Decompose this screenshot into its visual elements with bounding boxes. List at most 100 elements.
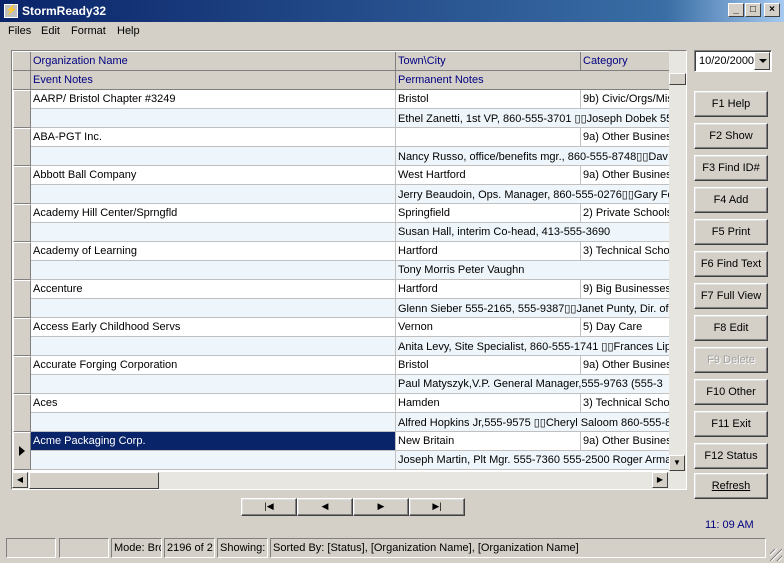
cell-permanent-notes[interactable]: Alfred Hopkins Jr,555-9575 ▯▯Cheryl Salo… — [396, 413, 670, 432]
help-button[interactable]: F1 Help — [694, 91, 768, 117]
scroll-right-button[interactable]: ▶ — [652, 472, 668, 488]
next-record-button[interactable]: ▶ — [353, 498, 409, 516]
cell-category[interactable]: 5) Day Care — [581, 318, 670, 337]
cell-town[interactable]: Hartford — [396, 242, 581, 261]
cell-permanent-notes[interactable]: Jerry Beaudoin, Ops. Manager, 860-555-02… — [396, 185, 670, 204]
cell-category[interactable]: 9a) Other Busines — [581, 128, 670, 147]
row-selector[interactable] — [13, 356, 31, 394]
cell-permanent-notes[interactable]: Tony Morris Peter Vaughn — [396, 261, 670, 280]
menu-files[interactable]: Files — [8, 25, 31, 37]
cell-event-notes[interactable] — [31, 185, 396, 204]
cell-event-notes[interactable] — [31, 413, 396, 432]
full-view-button[interactable]: F7 Full View — [694, 283, 768, 309]
table-row[interactable]: ABA-PGT Inc. 9a) Other Busines Nancy Russo… — [13, 128, 670, 166]
cell-category[interactable]: 9b) Civic/Orgs/Mis — [581, 90, 670, 109]
cell-organization-name[interactable]: ABA-PGT Inc. — [31, 128, 396, 147]
vertical-scrollbar[interactable]: ▼ — [669, 51, 686, 472]
cell-organization-name[interactable]: Academy of Learning — [31, 242, 396, 261]
cell-organization-name[interactable]: Access Early Childhood Servs — [31, 318, 396, 337]
cell-organization-name[interactable]: AARP/ Bristol Chapter #3249 — [31, 90, 396, 109]
cell-category[interactable]: 9a) Other Busines — [581, 432, 670, 451]
cell-town[interactable] — [396, 128, 581, 147]
cell-town[interactable]: Bristol — [396, 356, 581, 375]
cell-permanent-notes[interactable]: Anita Levy, Site Specialist, 860-555-174… — [396, 337, 670, 356]
refresh-button[interactable]: Refresh — [694, 473, 768, 499]
resize-grip[interactable] — [770, 549, 782, 561]
chevron-down-icon[interactable] — [754, 52, 770, 70]
cell-town[interactable]: Hamden — [396, 394, 581, 413]
other-button[interactable]: F10 Other — [694, 379, 768, 405]
row-selector[interactable] — [13, 280, 31, 318]
cell-event-notes[interactable] — [31, 109, 396, 128]
row-selector[interactable] — [13, 166, 31, 204]
cell-organization-name[interactable]: Aces — [31, 394, 396, 413]
cell-event-notes[interactable] — [31, 337, 396, 356]
minimize-button[interactable]: _ — [728, 3, 744, 17]
edit-button[interactable]: F8 Edit — [694, 315, 768, 341]
cell-permanent-notes[interactable]: Nancy Russo, office/benefits mgr., 860-5… — [396, 147, 670, 166]
row-selector[interactable] — [13, 242, 31, 280]
row-selector[interactable] — [13, 318, 31, 356]
cell-event-notes[interactable] — [31, 223, 396, 242]
table-row[interactable]: Abbott Ball Company West Hartford 9a) Othe… — [13, 166, 670, 204]
row-selector[interactable] — [13, 90, 31, 128]
cell-category[interactable]: 3) Technical Scho — [581, 394, 670, 413]
delete-button[interactable]: F9 Delete — [694, 347, 768, 373]
find-text-button[interactable]: F6 Find Text — [694, 251, 768, 277]
column-header-organization[interactable]: Organization Name — [31, 52, 396, 71]
horizontal-scrollbar[interactable]: ◀ ▶ — [12, 472, 686, 489]
cell-town[interactable]: Springfield — [396, 204, 581, 223]
table-row[interactable]: Academy Hill Center/Sprngfld Springfield 2… — [13, 204, 670, 242]
previous-record-button[interactable]: ◀ — [297, 498, 353, 516]
cell-organization-name[interactable]: Abbott Ball Company — [31, 166, 396, 185]
close-button[interactable]: × — [764, 3, 780, 17]
last-record-button[interactable]: ▶| — [409, 498, 465, 516]
column-header-event-notes[interactable]: Event Notes — [31, 71, 396, 90]
cell-category[interactable]: 9a) Other Busines — [581, 356, 670, 375]
first-record-button[interactable]: |◀ — [241, 498, 297, 516]
row-selector[interactable] — [13, 204, 31, 242]
date-select[interactable]: 10/20/2000 — [694, 50, 772, 72]
column-header-permanent-notes[interactable]: Permanent Notes — [396, 71, 670, 90]
app-icon[interactable]: ⚡ — [4, 4, 18, 18]
cell-town[interactable]: Vernon — [396, 318, 581, 337]
cell-organization-name[interactable]: Academy Hill Center/Sprngfld — [31, 204, 396, 223]
cell-category[interactable]: 2) Private Schools — [581, 204, 670, 223]
vertical-scroll-thumb[interactable] — [669, 73, 686, 85]
cell-town[interactable]: Bristol — [396, 90, 581, 109]
cell-category[interactable]: 9) Big Businesses — [581, 280, 670, 299]
cell-town[interactable]: New Britain — [396, 432, 581, 451]
cell-town[interactable]: Hartford — [396, 280, 581, 299]
cell-category[interactable]: 9a) Other Busines — [581, 166, 670, 185]
cell-event-notes[interactable] — [31, 375, 396, 394]
cell-organization-name[interactable]: Accenture — [31, 280, 396, 299]
menu-format[interactable]: Format — [71, 25, 106, 37]
table-row[interactable]: Academy of Learning Hartford 3) Technical … — [13, 242, 670, 280]
show-button[interactable]: F2 Show — [694, 123, 768, 149]
cell-event-notes[interactable] — [31, 299, 396, 318]
table-row[interactable]: Accenture Hartford 9) Big Businesses Glenn … — [13, 280, 670, 318]
cell-category[interactable]: 3) Technical Scho — [581, 242, 670, 261]
cell-organization-name[interactable]: Accurate Forging Corporation — [31, 356, 396, 375]
cell-permanent-notes[interactable]: Glenn Sieber 555-2165, 555-9387▯▯Janet P… — [396, 299, 670, 318]
scroll-down-button[interactable]: ▼ — [669, 455, 685, 471]
cell-organization-name[interactable]: Acme Packaging Corp. — [31, 432, 396, 451]
cell-permanent-notes[interactable]: Joseph Martin, Plt Mgr. 555-7360 555-250… — [396, 451, 670, 470]
menu-edit[interactable]: Edit — [41, 25, 60, 37]
horizontal-scroll-thumb[interactable] — [29, 472, 159, 489]
find-id-button[interactable]: F3 Find ID# — [694, 155, 768, 181]
row-selector[interactable] — [13, 394, 31, 432]
maximize-button[interactable]: □ — [745, 3, 761, 17]
row-selector[interactable] — [13, 128, 31, 166]
column-header-town[interactable]: Town\City — [396, 52, 581, 71]
row-selector[interactable] — [13, 432, 31, 470]
cell-town[interactable]: West Hartford — [396, 166, 581, 185]
table-row[interactable]: Accurate Forging Corporation Bristol 9a) O… — [13, 356, 670, 394]
cell-permanent-notes[interactable]: Susan Hall, interim Co-head, 413-555-369… — [396, 223, 670, 242]
cell-permanent-notes[interactable]: Paul Matyszyk,V.P. General Manager,555-9… — [396, 375, 670, 394]
cell-event-notes[interactable] — [31, 147, 396, 166]
scroll-left-button[interactable]: ◀ — [12, 472, 28, 488]
cell-event-notes[interactable] — [31, 451, 396, 470]
cell-permanent-notes[interactable]: Ethel Zanetti, 1st VP, 860-555-3701 ▯▯Jo… — [396, 109, 670, 128]
table-row[interactable]: AARP/ Bristol Chapter #3249 Bristol 9b) Ci… — [13, 90, 670, 128]
